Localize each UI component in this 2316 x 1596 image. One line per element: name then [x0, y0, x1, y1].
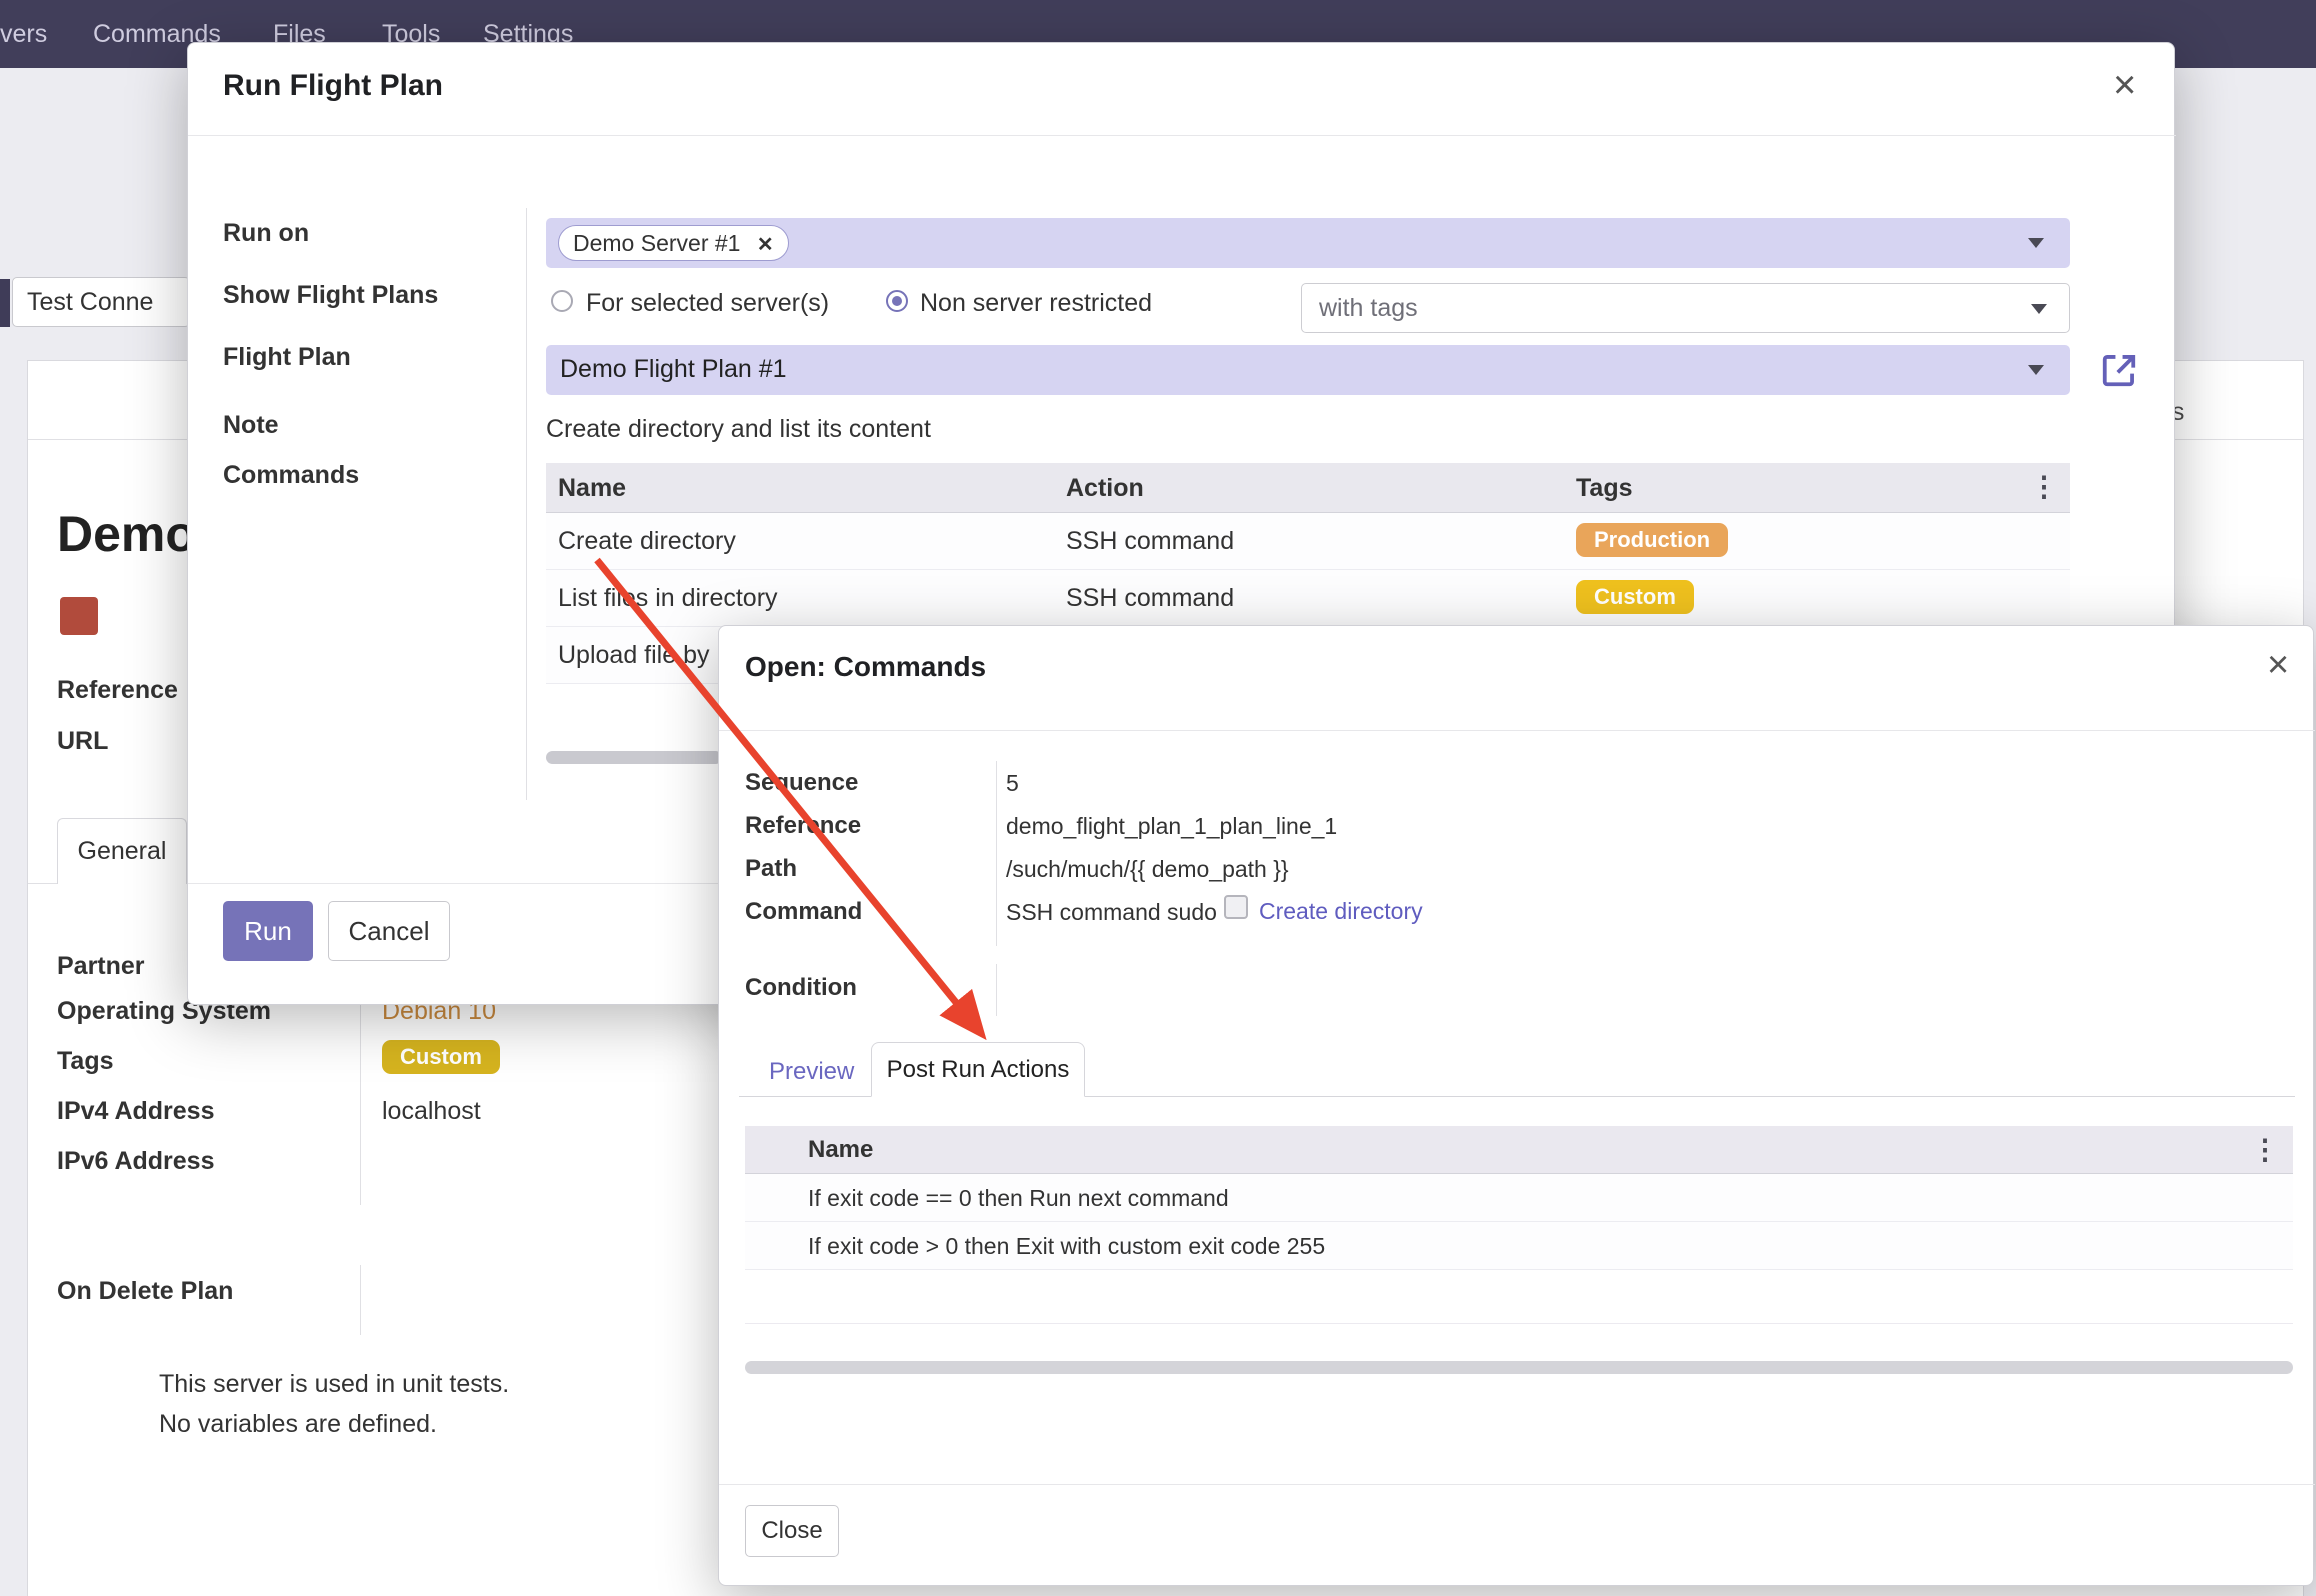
table-row[interactable]: If exit code == 0 then Run next command	[745, 1174, 2293, 1222]
post-run-actions-table: Name ⋮ If exit code == 0 then Run next c…	[745, 1126, 2293, 1324]
server-chip-label: Demo Server #1	[573, 230, 740, 256]
modal-header-divider	[188, 135, 2176, 136]
note-label: Note	[223, 411, 279, 440]
chevron-down-icon	[2028, 365, 2044, 375]
nav-item-servers[interactable]: vers	[0, 0, 47, 68]
chevron-down-icon	[2031, 304, 2047, 314]
radio-non-server-restricted[interactable]	[886, 290, 908, 312]
flight-plan-value: Demo Flight Plan #1	[560, 355, 787, 384]
flight-plan-label: Flight Plan	[223, 343, 351, 372]
show-flight-plans-label: Show Flight Plans	[223, 281, 438, 310]
kebab-menu-icon[interactable]: ⋮	[2030, 473, 2058, 501]
path-value: /such/much/{{ demo_path }}	[1006, 856, 1289, 883]
run-button[interactable]: Run	[223, 901, 313, 961]
cancel-button[interactable]: Cancel	[328, 901, 450, 961]
sequence-value: 5	[1006, 770, 1019, 797]
table-row[interactable]: Create directory SSH command Production	[546, 513, 2070, 570]
cell-name: Upload file by	[558, 641, 709, 670]
sequence-label: Sequence	[745, 769, 858, 797]
tag-badge-production: Production	[1576, 523, 1728, 557]
table-row[interactable]: List files in directory SSH command Cust…	[546, 570, 2070, 627]
color-swatch[interactable]	[60, 597, 98, 635]
close-icon[interactable]: ×	[2267, 646, 2289, 684]
tags-label: Tags	[57, 1047, 114, 1076]
command-value: SSH command sudo	[1006, 899, 1217, 926]
field-column-divider	[996, 761, 997, 946]
reference-label: Reference	[57, 676, 178, 705]
radio-for-selected-servers-label: For selected server(s)	[586, 289, 829, 318]
label-column-divider	[526, 208, 527, 800]
plan-description: Create directory and list its content	[546, 415, 931, 444]
unit-test-note-line1: This server is used in unit tests.	[159, 1370, 509, 1399]
col-header-name[interactable]: Name	[558, 474, 626, 503]
kebab-menu-icon[interactable]: ⋮	[2251, 1136, 2279, 1164]
open-commands-modal: Open: Commands × Sequence 5 Reference de…	[718, 625, 2314, 1586]
table-header-row: Name ⋮	[745, 1126, 2293, 1174]
table-header-row: Name Action Tags ⋮	[546, 463, 2070, 513]
close-button[interactable]: Close	[745, 1505, 839, 1557]
tab-post-run-actions[interactable]: Post Run Actions	[871, 1042, 1085, 1097]
on-delete-plan-label: On Delete Plan	[57, 1277, 233, 1306]
commands-label: Commands	[223, 461, 359, 490]
modal-header-divider	[719, 730, 2315, 731]
command-label: Command	[745, 898, 862, 926]
chevron-down-icon	[2028, 238, 2044, 248]
chip-remove-icon[interactable]: ✕	[757, 234, 774, 256]
reference-value: demo_flight_plan_1_plan_line_1	[1006, 813, 1337, 840]
reference-label: Reference	[745, 812, 861, 840]
cell-name: If exit code > 0 then Exit with custom e…	[808, 1233, 1325, 1260]
create-directory-checkbox[interactable]	[1224, 895, 1248, 919]
with-tags-value: with tags	[1319, 294, 1418, 323]
run-on-select[interactable]: Demo Server #1 ✕	[546, 218, 2070, 268]
cell-action: SSH command	[1066, 584, 1234, 613]
partner-label: Partner	[57, 952, 145, 981]
cell-name: List files in directory	[558, 584, 778, 613]
create-directory-link[interactable]: Create directory	[1259, 898, 1423, 925]
url-label: URL	[57, 727, 108, 756]
tag-badge-custom: Custom	[1576, 580, 1694, 614]
ipv4-value: localhost	[382, 1097, 481, 1126]
condition-label: Condition	[745, 974, 857, 1002]
cell-name: Create directory	[558, 527, 736, 556]
flight-plan-select[interactable]: Demo Flight Plan #1	[546, 345, 2070, 395]
radio-for-selected-servers[interactable]	[551, 290, 573, 312]
tag-badge-custom: Custom	[382, 1040, 500, 1074]
condition-divider	[996, 964, 997, 1016]
horizontal-scrollbar[interactable]	[546, 751, 722, 764]
modal-footer-divider	[719, 1484, 2315, 1485]
table-row[interactable]: If exit code > 0 then Exit with custom e…	[745, 1222, 2293, 1270]
path-label: Path	[745, 855, 797, 883]
tab-general[interactable]: General	[57, 818, 187, 884]
commands-modal-title: Open: Commands	[745, 651, 986, 683]
col-header-action[interactable]: Action	[1066, 474, 1144, 503]
cell-name: If exit code == 0 then Run next command	[808, 1185, 1229, 1212]
tab-preview[interactable]: Preview	[769, 1058, 854, 1086]
server-chip: Demo Server #1 ✕	[558, 225, 789, 261]
test-connection-button[interactable]: Test Conne	[12, 277, 190, 327]
run-on-label: Run on	[223, 219, 309, 248]
with-tags-select[interactable]: with tags	[1301, 283, 2070, 333]
unit-test-note-line2: No variables are defined.	[159, 1410, 437, 1439]
col-header-tags[interactable]: Tags	[1576, 474, 1633, 503]
external-link-icon[interactable]	[2100, 351, 2138, 389]
field-separator-2	[360, 1265, 361, 1335]
close-icon[interactable]: ×	[2113, 65, 2136, 105]
horizontal-scrollbar[interactable]	[745, 1361, 2293, 1374]
radio-non-server-restricted-label: Non server restricted	[920, 289, 1152, 318]
ipv6-label: IPv6 Address	[57, 1147, 214, 1176]
run-modal-title: Run Flight Plan	[223, 69, 443, 103]
page-title: Demo	[57, 505, 196, 563]
ipv4-label: IPv4 Address	[57, 1097, 214, 1126]
col-header-name[interactable]: Name	[808, 1136, 873, 1164]
cell-action: SSH command	[1066, 527, 1234, 556]
button-fragment	[0, 279, 10, 327]
